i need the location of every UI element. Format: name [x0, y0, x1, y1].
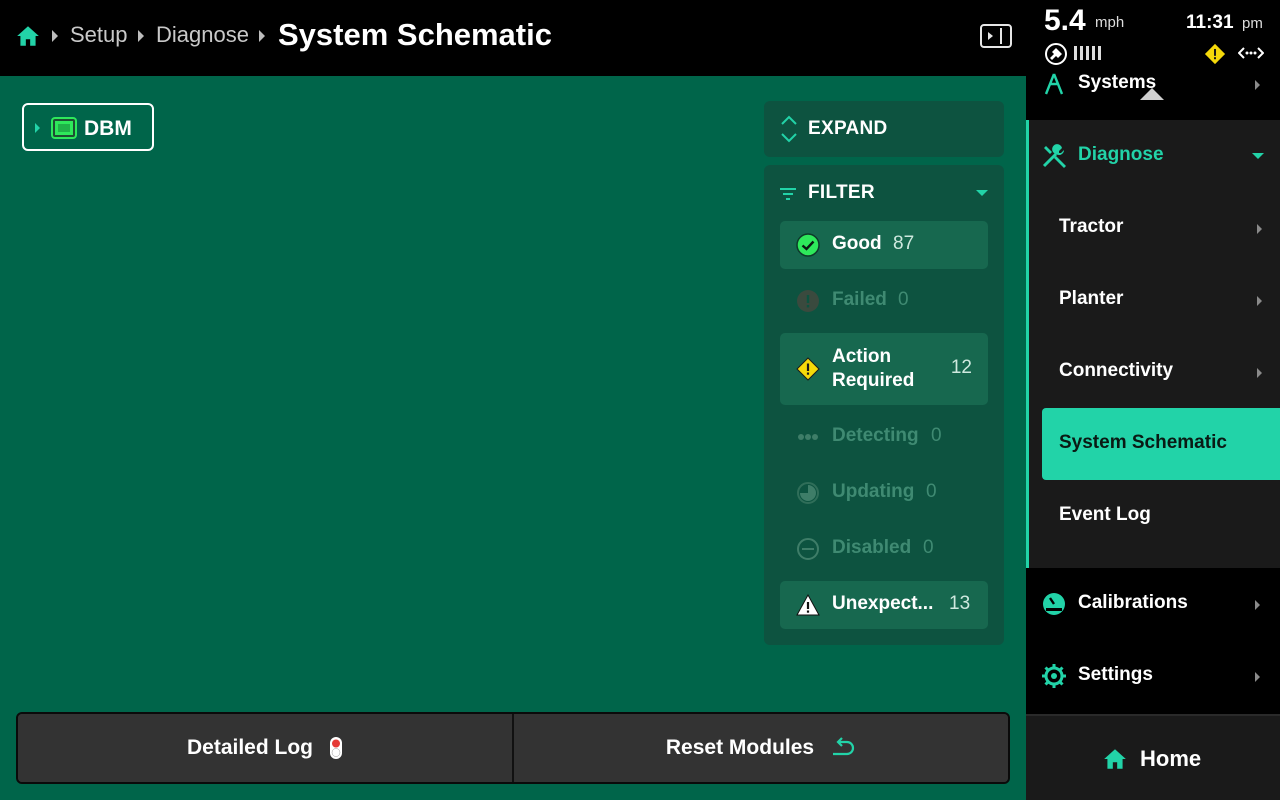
wrench-screwdriver-icon [1042, 144, 1066, 168]
nav-sub-tractor[interactable]: Tractor [1042, 192, 1280, 264]
nav-settings-label: Settings [1078, 664, 1153, 685]
speed-unit: mph [1095, 14, 1125, 31]
filter-label-action-required: Action Required [832, 346, 915, 391]
chevron-right-icon [1257, 368, 1262, 378]
nav-sub-label: Tractor [1059, 216, 1124, 237]
nav-sub-label: Planter [1059, 288, 1124, 309]
action-bar: Detailed Log Reset Modules [16, 712, 1010, 784]
filter-count-updating: 0 [926, 481, 937, 502]
speed-value: 5.4 [1044, 4, 1086, 37]
expand-caret-icon[interactable] [35, 123, 40, 133]
panel-divider [1000, 28, 1002, 44]
chevron-right-icon [1255, 80, 1260, 90]
minus-circle-icon [797, 538, 819, 560]
check-circle-icon [796, 233, 820, 257]
breadcrumb-separator-icon [52, 30, 58, 42]
reset-modules-button[interactable]: Reset Modules [512, 714, 1008, 782]
detailed-log-button[interactable]: Detailed Log [18, 714, 512, 782]
expand-arrows-icon [781, 115, 797, 143]
expand-button[interactable]: EXPAND [764, 101, 1004, 157]
filter-label-failed: Failed [832, 289, 887, 310]
warning-triangle-icon [796, 593, 820, 616]
nav-sub-label: Connectivity [1059, 360, 1174, 381]
filter-action-required[interactable]: Action Required 12 [780, 333, 988, 405]
filter-disabled[interactable]: Disabled 0 [780, 525, 988, 573]
panel-toggle-button[interactable] [980, 24, 1012, 48]
chevron-right-icon [1257, 296, 1262, 306]
home-icon [1104, 749, 1126, 769]
nav-sub-planter[interactable]: Planter [1042, 264, 1280, 336]
filter-label-good: Good [832, 233, 882, 254]
node-label: DBM [84, 117, 132, 140]
schematic-node-dbm[interactable]: DBM [22, 103, 154, 151]
filter-count-detecting: 0 [931, 425, 942, 446]
gauge-icon [1043, 593, 1065, 615]
nav-systems[interactable]: Systems [1026, 48, 1280, 120]
filter-good[interactable]: Good 87 [780, 221, 988, 269]
filter-unexpected[interactable]: Unexpect... 13 [780, 581, 988, 629]
detailed-log-label: Detailed Log [186, 736, 313, 759]
exclamation-circle-icon [797, 290, 819, 312]
chevron-down-icon [1252, 153, 1264, 159]
return-arrow-icon [833, 737, 855, 756]
home-icon[interactable] [15, 23, 41, 49]
nav-calibrations-label: Calibrations [1078, 592, 1188, 613]
dots-icon [798, 434, 818, 440]
nav-calibrations[interactable]: Calibrations [1026, 568, 1280, 640]
module-status-icon [53, 119, 75, 137]
nav-sub-event-log[interactable]: Event Log [1042, 480, 1280, 552]
breadcrumb-separator-icon [259, 30, 265, 42]
filter-failed[interactable]: Failed 0 [780, 277, 988, 325]
sidebar: 5.4 mph 11:31 pm Systems Diagnose Tracto… [1026, 0, 1280, 800]
nav-diagnose-label: Diagnose [1078, 144, 1164, 165]
filter-detecting[interactable]: Detecting 0 [780, 413, 988, 461]
filter-count-action-required: 12 [950, 357, 972, 378]
page-title: System Schematic [278, 17, 552, 52]
clock-time: 11:31 [1186, 12, 1234, 33]
scroll-up-icon[interactable] [1140, 88, 1164, 100]
chevron-right-icon [1255, 672, 1260, 682]
filter-label-updating: Updating [832, 481, 915, 502]
filter-updating[interactable]: Updating 0 [780, 469, 988, 517]
clock-ampm: pm [1242, 15, 1263, 32]
filter-count-disabled: 0 [923, 537, 934, 558]
nav-sub-system-schematic[interactable]: System Schematic [1042, 408, 1280, 480]
expand-label: EXPAND [808, 118, 888, 139]
traffic-light-icon [330, 737, 342, 759]
filter-icon [780, 188, 796, 200]
filter-label-unexpected: Unexpect... [832, 593, 934, 614]
filter-count-failed: 0 [898, 289, 909, 310]
chevron-right-icon [1257, 224, 1262, 234]
top-header: Setup Diagnose System Schematic [0, 0, 1026, 76]
chevron-right-icon [1255, 600, 1260, 610]
progress-circle-icon [797, 482, 819, 504]
chevron-right-icon [988, 32, 993, 40]
gear-icon [1042, 664, 1066, 688]
filter-count-good: 87 [893, 233, 915, 254]
nav-settings[interactable]: Settings [1026, 640, 1280, 712]
chevron-down-icon[interactable] [976, 190, 988, 196]
breadcrumb-separator-icon [138, 30, 144, 42]
filter-label-detecting: Detecting [832, 425, 919, 446]
breadcrumb-diagnose[interactable]: Diagnose [156, 22, 249, 48]
nav-diagnose[interactable]: Diagnose [1026, 120, 1280, 192]
filter-label: FILTER [808, 182, 875, 203]
home-label: Home [1140, 746, 1202, 771]
home-button[interactable]: Home [1026, 714, 1280, 800]
nav-sub-connectivity[interactable]: Connectivity [1042, 336, 1280, 408]
filter-panel: FILTER Good 87 Failed 0 Action Required … [764, 165, 1004, 645]
schematic-area: DBM EXPAND FILTER Good 87 Failed 0 Actio… [0, 76, 1026, 800]
warning-diamond-icon [796, 357, 820, 381]
nav-diagnose-group: Diagnose Tractor Planter Connectivity Sy… [1026, 120, 1280, 568]
nav-sub-label: Event Log [1059, 504, 1151, 525]
filter-count-unexpected: 13 [949, 593, 971, 614]
filter-label-disabled: Disabled [832, 537, 912, 558]
nav-sub-label: System Schematic [1059, 432, 1227, 453]
reset-modules-label: Reset Modules [665, 736, 815, 759]
breadcrumb-setup[interactable]: Setup [70, 22, 128, 48]
systems-icon [1044, 73, 1064, 95]
